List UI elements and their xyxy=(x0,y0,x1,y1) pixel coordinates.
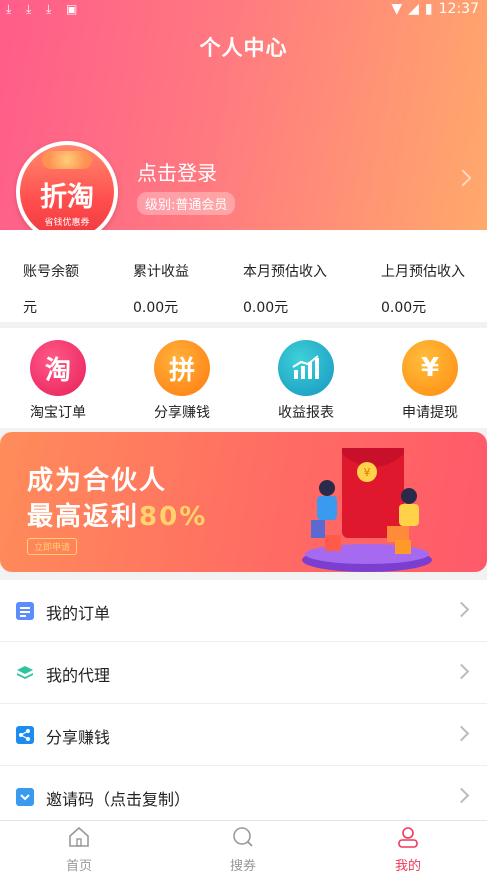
chevron-right-icon xyxy=(453,787,470,804)
banner-headline: 成为合伙人 xyxy=(27,466,168,496)
wifi-icon: ▼ xyxy=(391,1,403,17)
avatar-subtitle: 省钱优惠券 xyxy=(44,218,90,228)
menu-item-my-agency[interactable]: 我的代理 xyxy=(0,642,487,704)
apply-now-button[interactable]: 立即申请 xyxy=(27,538,78,555)
nav-label: 首页 xyxy=(65,859,92,874)
nav-search-coupons[interactable]: 搜券 xyxy=(193,825,293,874)
battery-icon: ▮ xyxy=(424,1,433,17)
layers-icon xyxy=(16,664,34,682)
menu-item-my-orders[interactable]: 我的订单 xyxy=(0,580,487,642)
profile-screen: ⤓ ⤓ ⤓ ▣ ▼ ◢ ▮ 12:37 个人中心 折淘 省钱优惠券 点击登录 级… xyxy=(0,0,487,876)
chevron-right-icon[interactable] xyxy=(454,169,472,187)
status-bar: ⤓ ⤓ ⤓ ▣ ▼ ◢ ▮ 12:37 xyxy=(0,0,487,20)
taobao-icon: 淘 xyxy=(30,340,86,396)
pin-icon: 拼 xyxy=(154,340,210,396)
stat-label: 上月预估收入 xyxy=(381,264,465,280)
action-label: 收益报表 xyxy=(278,405,334,421)
share-icon xyxy=(16,726,34,744)
bottom-navigation: 首页 搜券 我的 xyxy=(0,820,487,876)
menu-item-invite-code[interactable]: 邀请码（点击复制） xyxy=(0,766,487,828)
action-label: 淘宝订单 xyxy=(30,405,86,421)
user-icon xyxy=(398,827,418,848)
nav-profile[interactable]: 我的 xyxy=(358,825,458,874)
search-icon xyxy=(233,827,253,847)
svg-text:¥: ¥ xyxy=(364,466,371,479)
stat-value: 元 xyxy=(23,300,37,316)
moneybag-icon: ¥ xyxy=(402,340,458,396)
nav-label: 搜券 xyxy=(229,859,256,874)
menu-list: 我的订单 我的代理 分享赚钱 邀请码（点击复制） xyxy=(0,580,487,828)
menu-label: 我的订单 xyxy=(46,604,111,623)
invite-icon xyxy=(16,788,34,806)
menu-item-share-earn[interactable]: 分享赚钱 xyxy=(0,704,487,766)
stat-label: 账号余额 xyxy=(23,264,79,280)
action-label: 申请提现 xyxy=(402,405,458,421)
banner-percentage: 80% xyxy=(139,502,208,532)
earnings-stats: 账号余额 元 累计收益 0.00元 本月预估收入 0.00元 上月预估收入 0.… xyxy=(0,230,487,322)
clock-text: 12:37 xyxy=(438,1,479,17)
chevron-right-icon xyxy=(453,663,470,680)
download-icon: ⤓ xyxy=(6,2,12,16)
notification-icon: ▣ xyxy=(66,2,78,16)
avatar-logo: 折淘 xyxy=(40,182,94,213)
action-taobao-orders[interactable]: 淘 淘宝订单 xyxy=(8,340,108,422)
home-icon xyxy=(69,826,89,847)
action-earnings-report[interactable]: 收益报表 xyxy=(256,340,356,422)
stat-label: 本月预估收入 xyxy=(243,264,327,280)
stat-value: 0.00元 xyxy=(133,300,179,316)
partner-banner[interactable]: 成为合伙人 最高返利80% 立即申请 ¥ xyxy=(0,432,487,572)
chart-icon xyxy=(278,340,334,396)
member-level-badge: 级别:普通会员 xyxy=(137,192,236,215)
download-icon: ⤓ xyxy=(46,2,52,16)
chevron-right-icon xyxy=(453,725,470,742)
menu-label: 我的代理 xyxy=(46,666,111,685)
action-share-earn[interactable]: 拼 分享赚钱 xyxy=(132,340,232,422)
page-title: 个人中心 xyxy=(199,36,288,60)
action-label: 分享赚钱 xyxy=(154,405,210,421)
quick-actions: 淘 淘宝订单 拼 分享赚钱 收益报表 ¥ 申请提现 xyxy=(0,328,487,428)
avatar[interactable]: 折淘 省钱优惠券 xyxy=(16,141,118,243)
signal-icon: ◢ xyxy=(408,1,419,17)
menu-label: 分享赚钱 xyxy=(46,728,111,747)
login-link[interactable]: 点击登录 xyxy=(137,157,217,186)
action-withdraw[interactable]: ¥ 申请提现 xyxy=(380,340,480,422)
stat-value: 0.00元 xyxy=(243,300,289,316)
nav-home[interactable]: 首页 xyxy=(29,825,129,874)
nav-label: 我的 xyxy=(394,859,421,874)
banner-illustration: ¥ xyxy=(302,448,432,572)
profile-header: ⤓ ⤓ ⤓ ▣ ▼ ◢ ▮ 12:37 个人中心 折淘 省钱优惠券 点击登录 级… xyxy=(0,0,487,243)
order-icon xyxy=(16,602,34,620)
avatar-decoration xyxy=(42,151,92,169)
chevron-right-icon xyxy=(453,601,470,618)
stat-label: 累计收益 xyxy=(133,264,189,280)
download-icon: ⤓ xyxy=(26,2,32,16)
menu-label: 邀请码（点击复制） xyxy=(46,790,191,809)
banner-subheadline: 最高返利80% xyxy=(27,502,208,532)
stat-value: 0.00元 xyxy=(381,300,427,316)
